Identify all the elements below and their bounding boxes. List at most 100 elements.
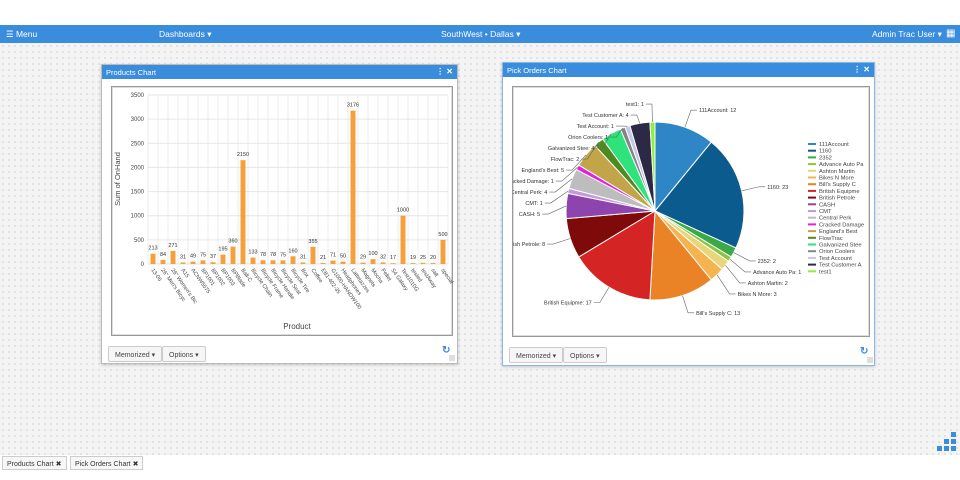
slice-label: Central Perk: 4 bbox=[513, 190, 547, 196]
bar bbox=[370, 259, 376, 264]
refresh-icon[interactable]: ↻ bbox=[860, 346, 868, 357]
options-button[interactable]: Options ▾ bbox=[162, 346, 206, 362]
bar-value-label: 78 bbox=[270, 252, 276, 258]
bar-value-label: 78 bbox=[260, 252, 266, 258]
leader-line bbox=[716, 274, 736, 295]
pie-chart-area: 111Account: 12 1160: 23 2352: 2 Advance Aut… bbox=[505, 86, 870, 337]
bar bbox=[360, 262, 366, 264]
x-tick-label: special bbox=[439, 268, 454, 285]
panel-title: Pick Orders Chart bbox=[507, 66, 567, 75]
legend-label: Galvanized Stee bbox=[819, 243, 862, 249]
bar-value-label: 195 bbox=[218, 247, 227, 253]
legend-label: CMT bbox=[819, 209, 832, 215]
grid-icon[interactable]: ▦ bbox=[946, 28, 955, 39]
leader-line bbox=[542, 205, 567, 215]
bar bbox=[390, 263, 396, 264]
bar-value-label: 50 bbox=[340, 254, 346, 260]
panel-title: Products Chart bbox=[106, 68, 157, 77]
bar-chart: 050010001500200025003000350021313-068426… bbox=[113, 93, 454, 331]
memorized-button[interactable]: Memorized ▾ bbox=[108, 346, 163, 362]
bar bbox=[440, 239, 446, 264]
bar-value-label: 19 bbox=[410, 255, 416, 261]
panel-controls[interactable]: ⋮ ✕ bbox=[853, 65, 870, 74]
bar-value-label: 75 bbox=[200, 252, 206, 258]
dashboards-dropdown[interactable]: Dashboards ▾ bbox=[159, 29, 211, 40]
slice-label: Ashton Martin: 2 bbox=[748, 281, 788, 287]
bar bbox=[200, 260, 206, 264]
products-chart-panel: Products Chart ⋮ ✕ 0 500 1000 1500 2000 2500 3… bbox=[101, 64, 458, 364]
bar bbox=[330, 260, 336, 264]
memorized-button[interactable]: Memorized ▾ bbox=[509, 347, 564, 363]
pie-chart: 111Account: 12 1160: 23 2352: 2 Advance Aut… bbox=[505, 102, 864, 317]
bar-value-label: 31 bbox=[300, 255, 306, 261]
options-button[interactable]: Options ▾ bbox=[563, 347, 607, 363]
bar-value-label: 21 bbox=[320, 255, 326, 261]
leader-line bbox=[547, 238, 571, 245]
taskbar-tab-pick-orders-chart[interactable]: Pick Orders Chart ✖ bbox=[70, 456, 144, 470]
y-tick-label: 2500 bbox=[131, 141, 145, 147]
y-axis-title: Sum of OnHand bbox=[113, 152, 122, 206]
bar bbox=[170, 250, 176, 264]
resize-handle[interactable] bbox=[867, 357, 873, 363]
legend-label: British Petrole bbox=[819, 196, 855, 202]
bar-value-label: 271 bbox=[168, 243, 177, 249]
bar-value-label: 20 bbox=[430, 255, 436, 261]
leader-line bbox=[544, 190, 569, 204]
bar bbox=[260, 260, 266, 264]
location-dropdown[interactable]: SouthWest • Dallas ▾ bbox=[441, 29, 520, 40]
slice-label: 111Account: 12 bbox=[699, 108, 736, 114]
legend-label: FlowTrac bbox=[819, 236, 843, 242]
bar-value-label: 213 bbox=[148, 246, 157, 252]
slice-label: 1160: 23 bbox=[767, 185, 788, 191]
bar bbox=[230, 246, 236, 264]
slice-label: Bikes N More: 3 bbox=[738, 292, 777, 298]
leader-line bbox=[593, 287, 610, 303]
bar-value-label: 75 bbox=[280, 252, 286, 258]
leader-line bbox=[733, 252, 756, 262]
legend-label: Cracked Damage bbox=[819, 222, 864, 228]
bar bbox=[280, 260, 286, 264]
legend-label: Advance Auto Pa bbox=[819, 162, 864, 168]
bar bbox=[210, 262, 216, 264]
slice-label: CASH: 5 bbox=[519, 212, 540, 218]
y-tick-label: 3000 bbox=[131, 117, 145, 123]
bar bbox=[380, 262, 386, 264]
y-tick-label: 1000 bbox=[131, 214, 145, 220]
resize-handle[interactable] bbox=[449, 355, 455, 361]
panel-controls[interactable]: ⋮ ✕ bbox=[436, 67, 453, 76]
slice-label: Orion Coolers: 1 bbox=[568, 135, 608, 141]
slice-label: CMT: 1 bbox=[525, 201, 542, 207]
y-tick-label: 0 bbox=[141, 262, 145, 268]
bar-chart-area: 0 500 1000 1500 2000 2500 3000 3500 213 13-06 84 26… bbox=[111, 86, 454, 336]
taskbar-tab-products-chart[interactable]: Products Chart ✖ bbox=[2, 456, 67, 470]
bar bbox=[250, 257, 256, 264]
bar bbox=[420, 262, 426, 264]
tile-layout-icon[interactable] bbox=[936, 432, 956, 452]
legend-label: 111Account bbox=[819, 142, 849, 148]
slice-label: Bill's Supply C: 13 bbox=[696, 311, 740, 317]
x-axis-title: Product bbox=[283, 322, 311, 331]
leader-line bbox=[630, 114, 641, 124]
slice-label: England's Best: 5 bbox=[522, 168, 565, 174]
bar-value-label: 1000 bbox=[397, 208, 409, 214]
bar bbox=[190, 261, 196, 264]
slice-label: FlowTrac: 2 bbox=[551, 157, 580, 163]
user-menu[interactable]: Admin Trac User ▾ bbox=[872, 29, 942, 40]
leader-line bbox=[741, 186, 766, 192]
bar bbox=[310, 246, 316, 264]
bar-value-label: 2150 bbox=[237, 152, 249, 158]
bar bbox=[240, 160, 246, 264]
panel-header[interactable]: Products Chart ⋮ ✕ bbox=[102, 65, 457, 79]
bar bbox=[150, 253, 156, 264]
bar-value-label: 355 bbox=[308, 239, 317, 245]
menu-button[interactable]: ☰ Menu bbox=[6, 29, 37, 40]
legend-label: Ashton Martin bbox=[819, 169, 855, 175]
bar bbox=[300, 262, 306, 264]
panel-header[interactable]: Pick Orders Chart ⋮ ✕ bbox=[503, 63, 874, 77]
top-nav-bar: ☰ Menu Dashboards ▾ SouthWest • Dallas ▾… bbox=[0, 25, 960, 43]
bar bbox=[340, 261, 346, 264]
bar-value-label: 31 bbox=[180, 255, 186, 261]
slice-label: Galvanized Stee: 4 bbox=[548, 146, 594, 152]
legend-label: Test Customer A bbox=[819, 263, 862, 269]
bar-value-label: 32 bbox=[380, 254, 386, 260]
